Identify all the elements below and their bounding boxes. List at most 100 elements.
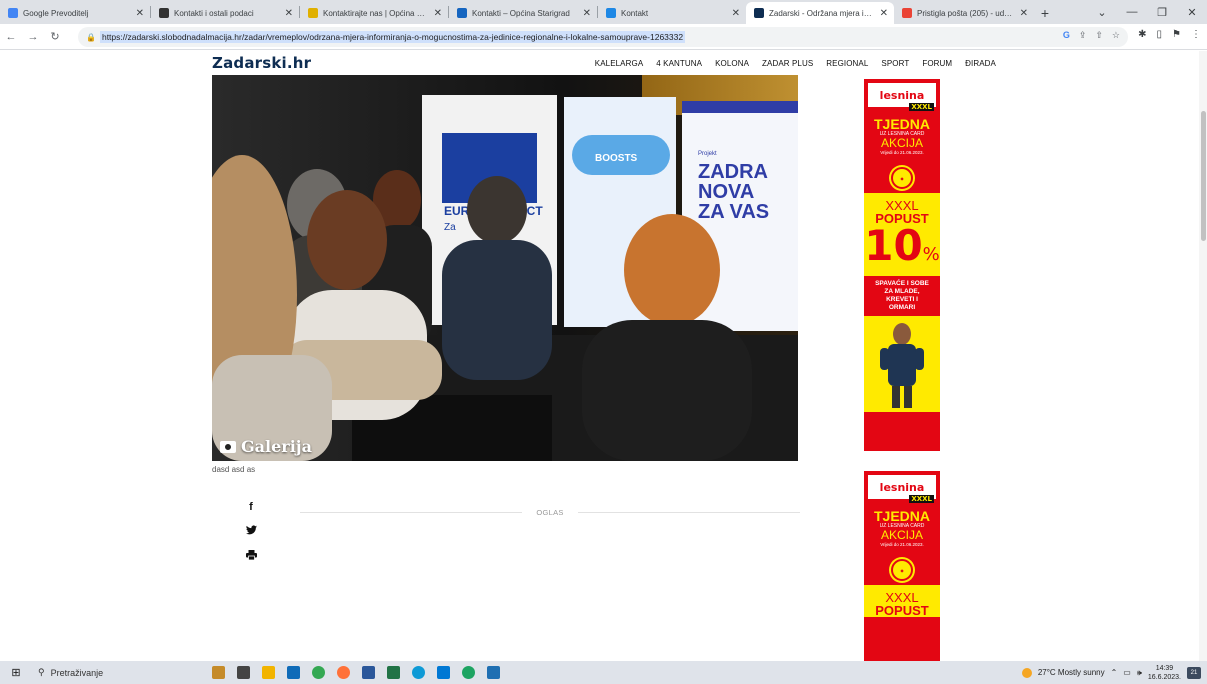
- ad-popust: POPUST: [875, 603, 929, 618]
- google-translate-icon[interactable]: G: [1063, 30, 1070, 41]
- nav-item-forum[interactable]: FORUM: [922, 59, 952, 68]
- minimize-button[interactable]: —: [1117, 6, 1147, 18]
- ad-weekly: TJEDNA: [873, 116, 930, 132]
- share-page-icon[interactable]: ⇧: [1095, 30, 1103, 41]
- tray-chevron-icon[interactable]: ⌃: [1111, 668, 1118, 677]
- browser-tab[interactable]: Kontakti – Općina Starigrad ✕: [449, 2, 597, 24]
- window-controls: ⌄ — ❐ ✕: [1087, 0, 1207, 24]
- page-scrollbar[interactable]: [1199, 51, 1207, 661]
- install-app-icon[interactable]: ⇪: [1079, 30, 1087, 41]
- scrollbar-thumb[interactable]: [1201, 111, 1206, 241]
- notifications-icon[interactable]: 21: [1187, 666, 1201, 679]
- close-tab-icon[interactable]: ✕: [880, 8, 888, 19]
- chrome-profile-icon[interactable]: [462, 666, 475, 679]
- new-tab-button[interactable]: +: [1034, 2, 1056, 24]
- nav-item-4-kantuna[interactable]: 4 KANTUNA: [656, 59, 702, 68]
- menu-kebab-icon[interactable]: ⋮: [1191, 29, 1201, 40]
- nav-item-kalelarga[interactable]: KALELARGA: [595, 59, 643, 68]
- extensions-puzzle-icon[interactable]: ✱: [1138, 29, 1146, 40]
- ad-percent-sign: %: [922, 244, 940, 265]
- banner-mid-title: BOOSTS: [595, 153, 638, 164]
- gallery-label: Galerija: [241, 437, 312, 456]
- divider-line: [300, 512, 523, 513]
- chrome-icon[interactable]: [312, 666, 325, 679]
- reload-icon[interactable]: ↻: [44, 30, 66, 43]
- ad-weekly: TJEDNA: [873, 508, 930, 524]
- briefcase-app-icon[interactable]: [212, 666, 225, 679]
- volume-icon[interactable]: 🕪: [1137, 668, 1142, 678]
- browser-tab[interactable]: Kontaktirajte nas | Općina Sukošan ✕: [300, 2, 448, 24]
- ad-badge-icon: ◆: [891, 167, 913, 189]
- word-icon[interactable]: [362, 666, 375, 679]
- maximize-button[interactable]: ❐: [1147, 6, 1177, 19]
- close-tab-icon[interactable]: ✕: [583, 8, 591, 19]
- lesnina-ad-banner[interactable]: lesnina XXXL TJEDNA UZ LESNINA CARD AKCI…: [864, 79, 940, 451]
- banner-right-line-3: ZA VAS: [698, 201, 769, 223]
- share-bar: f: [245, 501, 257, 563]
- close-tab-icon[interactable]: ✕: [732, 8, 740, 19]
- taskbar-search-placeholder: Pretraživanje: [50, 667, 104, 678]
- browser-tab[interactable]: Pristigla pošta (205) - udruga ✕: [894, 2, 1034, 24]
- outlook-icon[interactable]: [437, 666, 450, 679]
- excel-icon[interactable]: [387, 666, 400, 679]
- tab-search-icon[interactable]: ⌄: [1087, 6, 1117, 19]
- search-icon: ⚲: [38, 667, 45, 677]
- ad-valid: Vrijedi do 21.06.2023.: [880, 542, 924, 547]
- twitter-icon[interactable]: [245, 525, 257, 538]
- lesnina-ad-banner[interactable]: lesnina XXXL TJEDNA UZ LESNINA CARD AKCI…: [864, 471, 940, 661]
- nav-item-kolona[interactable]: KOLONA: [715, 59, 749, 68]
- print-icon[interactable]: [245, 550, 257, 563]
- nav-item-zadar-plus[interactable]: ZADAR PLUS: [762, 59, 813, 68]
- windows-start-icon[interactable]: ⊞: [0, 666, 32, 679]
- nav-item-sport[interactable]: SPORT: [881, 59, 909, 68]
- banner-left-sub: Za: [444, 222, 456, 233]
- ad-desc-line: SPAVAĆE I SOBE: [875, 280, 929, 287]
- address-bar[interactable]: 🔒 https://zadarski.slobodnadalmacija.hr/…: [78, 27, 1128, 47]
- browser-tab[interactable]: Kontakt ✕: [598, 2, 746, 24]
- clock-date: 16.6.2023.: [1147, 673, 1181, 681]
- close-window-button[interactable]: ✕: [1177, 6, 1207, 19]
- weather-text[interactable]: 27°C Mostly sunny: [1038, 668, 1105, 677]
- file-explorer-icon[interactable]: [262, 666, 275, 679]
- tab-title: Kontaktirajte nas | Općina Sukošan: [323, 8, 429, 18]
- task-view-icon[interactable]: [237, 666, 250, 679]
- site-logo[interactable]: Zadarski.hr: [212, 54, 311, 72]
- back-arrow-icon[interactable]: ←: [0, 31, 22, 43]
- url-text[interactable]: https://zadarski.slobodnadalmacija.hr/za…: [99, 31, 686, 43]
- article-hero-photo[interactable]: EUROPE DIRECT Za BOOSTS Projekt ZADRA NO…: [212, 75, 798, 461]
- network-icon[interactable]: ▭: [1123, 668, 1131, 677]
- facebook-icon[interactable]: f: [245, 501, 257, 513]
- browser-tab[interactable]: Kontakti i ostali podaci ✕: [151, 2, 299, 24]
- close-tab-icon[interactable]: ✕: [1020, 8, 1028, 19]
- ad-action: AKCIJA: [880, 136, 923, 150]
- photos-app-icon[interactable]: [487, 666, 500, 679]
- ad-desc-line: ORMARI: [888, 304, 916, 311]
- gallery-button[interactable]: Galerija: [220, 437, 312, 456]
- profile-icon[interactable]: ⚑: [1172, 29, 1181, 40]
- browser-tab-active[interactable]: Zadarski - Održana mjera informiranja ✕: [746, 2, 894, 24]
- edge-icon[interactable]: [412, 666, 425, 679]
- ad-percent-value: 10: [864, 221, 923, 270]
- gmail-favicon-icon: [902, 8, 912, 18]
- nav-item-dirada[interactable]: ĐIRADA: [965, 59, 996, 68]
- ad-brand-logo: lesnina XXXL: [868, 83, 936, 111]
- browser-tab[interactable]: Google Prevoditelj ✕: [0, 2, 150, 24]
- taskbar-search[interactable]: ⚲ Pretraživanje: [32, 661, 162, 684]
- bookmark-star-icon[interactable]: ☆: [1112, 30, 1120, 41]
- close-tab-icon[interactable]: ✕: [285, 8, 293, 19]
- ad-desc-line: KREVETI I: [886, 296, 918, 303]
- taskbar-clock[interactable]: 14:39 16.6.2023.: [1148, 664, 1181, 682]
- ad-percent: 10%: [864, 225, 940, 276]
- close-tab-icon[interactable]: ✕: [136, 8, 144, 19]
- store-app-icon[interactable]: [287, 666, 300, 679]
- forward-arrow-icon[interactable]: →: [22, 31, 44, 43]
- oglas-label: OGLAS: [536, 508, 564, 517]
- firefox-icon[interactable]: [337, 666, 350, 679]
- weather-sun-icon: [1021, 667, 1032, 678]
- side-panel-icon[interactable]: ▯: [1157, 29, 1163, 40]
- nav-item-regional[interactable]: REGIONAL: [826, 59, 868, 68]
- close-tab-icon[interactable]: ✕: [434, 8, 442, 19]
- address-bar-actions: G ⇪ ⇧ ☆: [1063, 30, 1120, 41]
- lock-icon[interactable]: 🔒: [86, 33, 96, 42]
- site-favicon-icon: [606, 8, 616, 18]
